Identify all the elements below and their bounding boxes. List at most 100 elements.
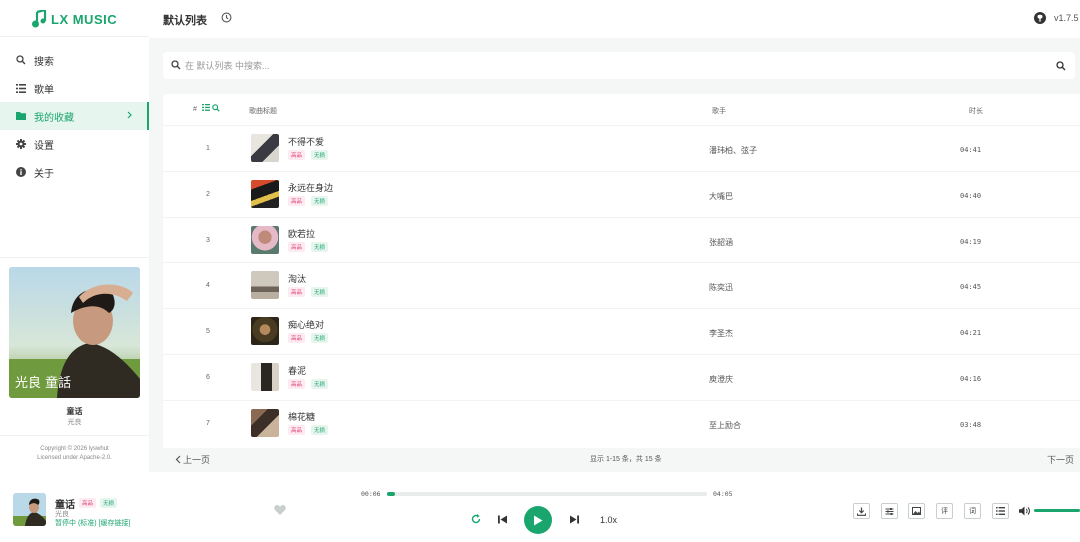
search-button[interactable]: [1054, 56, 1068, 76]
download-button[interactable]: [853, 503, 870, 519]
table-body: 1 不得不爱 高品 无损 潘玮柏、弦子 04:41 2 永远在身边 高品 无损 …: [163, 125, 1080, 446]
divider: [0, 257, 149, 258]
song-duration: 04:41: [960, 146, 982, 154]
song-thumbnail: [251, 225, 279, 254]
info-icon: [16, 167, 26, 177]
copyright-text: Copyright © 2026 lyswhut Licensed under …: [0, 445, 149, 463]
row-number: 1: [206, 145, 210, 152]
song-thumbnail: [251, 362, 279, 391]
heart-icon[interactable]: [274, 505, 286, 515]
github-icon[interactable]: [1034, 12, 1046, 24]
table-row[interactable]: 2 永远在身边 高品 无损 大嘴巴 04:40: [163, 170, 1080, 217]
table-row[interactable]: 3 欧若拉 高品 无损 张韶涵 04:19: [163, 216, 1080, 263]
app-logo-text: LX MUSIC: [51, 11, 118, 27]
list-tools: [202, 104, 220, 112]
prev-page-label: 上一页: [183, 455, 211, 465]
app-logo: LX MUSIC: [31, 8, 117, 30]
playback-speed[interactable]: 1.0x: [600, 515, 617, 525]
song-title: 不得不爱: [288, 137, 325, 147]
next-page-button[interactable]: 下一页: [1047, 453, 1074, 466]
song-duration: 04:21: [960, 329, 982, 338]
table-row[interactable]: 5 痴心绝对 高品 无损 李圣杰 04:21: [163, 308, 1080, 354]
song-artist: 陈奕迅: [709, 283, 733, 293]
sidebar-item-settings[interactable]: 设置: [0, 130, 149, 158]
sidebar-item-label: 设置: [34, 140, 54, 152]
folder-icon: [16, 111, 26, 121]
repeat-icon: [471, 514, 481, 524]
sidebar-item-playlists[interactable]: 歌单: [0, 74, 149, 102]
song-thumbnail: [251, 179, 279, 208]
license-line: Licensed under Apache-2.0.: [37, 455, 112, 461]
song-table: # 歌曲标题 歌手 时长 1 不得不爱 高品 无损 潘玮柏、弦子 04:41 2: [163, 94, 1080, 471]
song-duration: 04:19: [960, 237, 982, 246]
pagination: 上一页 显示 1-15 条，共 15 条 下一页: [163, 448, 1080, 471]
search-bar: [163, 52, 1075, 79]
song-title: 永远在身边: [288, 182, 334, 193]
song-duration: 04:16: [960, 374, 982, 383]
search-icon[interactable]: [212, 104, 220, 112]
song-title: 棉花糖: [288, 411, 316, 422]
source-badge: 无损: [311, 241, 329, 252]
table-row[interactable]: 1 不得不爱 高品 无损 潘玮柏、弦子 04:41: [163, 125, 1080, 171]
song-artist: 张韶涵: [709, 237, 733, 247]
table-row[interactable]: 7 棉花糖 高品 无损 至上励合 03:48: [163, 399, 1080, 446]
play-button[interactable]: [524, 506, 552, 534]
comment-button[interactable]: 评: [936, 503, 953, 519]
volume-slider[interactable]: [1034, 509, 1080, 512]
now-playing-artist: 光良: [67, 419, 82, 426]
sidebar-item-about[interactable]: 关于: [0, 158, 149, 186]
copyright-line: Copyright © 2026 lyswhut: [40, 446, 109, 452]
row-number: 5: [206, 328, 210, 336]
music-note-icon: [32, 10, 47, 28]
player-bar: 童话 高品 无损 光良 暂停中 (标准) [缓存链接] 00:06 04:05 …: [0, 472, 1080, 542]
song-artist: 李圣杰: [709, 329, 733, 339]
song-duration: 04:40: [960, 191, 982, 200]
progress-fill: [387, 492, 395, 496]
quality-badge: 高品: [288, 287, 306, 298]
next-button[interactable]: [568, 513, 580, 525]
song-artist: 庾澄庆: [709, 374, 733, 384]
equalizer-icon: [885, 507, 894, 515]
source-badge: 无损: [100, 498, 118, 508]
clock-icon[interactable]: [221, 12, 232, 23]
search-input[interactable]: [185, 52, 1025, 79]
previous-button[interactable]: [496, 513, 508, 525]
list-icon: [16, 83, 26, 93]
source-badge: 无损: [311, 378, 329, 389]
row-number: 4: [206, 282, 210, 290]
song-artist: 潘玮柏、弦子: [709, 146, 757, 155]
quality-badge: 高品: [288, 424, 306, 435]
progress-bar[interactable]: [387, 492, 707, 496]
volume-icon[interactable]: [1019, 506, 1031, 516]
gear-icon: [16, 139, 26, 149]
sidebar-item-search[interactable]: 搜索: [0, 46, 149, 74]
skip-back-icon: [497, 515, 507, 523]
sidebar-item-label: 歌单: [34, 84, 54, 96]
album-cover[interactable]: 光良 童話: [9, 267, 140, 398]
table-row[interactable]: 6 春泥 高品 无损 庾澄庆 04:16: [163, 353, 1080, 400]
song-title: 痴心绝对: [288, 320, 325, 331]
equalizer-button[interactable]: [881, 503, 898, 519]
sidebar-item-favorites[interactable]: 我的收藏: [0, 102, 149, 130]
image-button[interactable]: [908, 503, 925, 519]
skip-forward-icon: [569, 515, 579, 523]
sidebar-item-label: 搜索: [34, 56, 54, 68]
sidebar: LX MUSIC 搜索 歌单 我的收藏 设置 关于 光良 童話 童话 光良 Co…: [0, 0, 149, 542]
player-cover[interactable]: [13, 493, 46, 526]
lyrics-button[interactable]: 词: [964, 503, 981, 519]
quality-badge: 高品: [79, 498, 97, 508]
quality-badge: 高品: [288, 241, 306, 252]
sort-icon[interactable]: [202, 104, 210, 111]
source-badge: 无损: [311, 287, 329, 298]
prev-page-button[interactable]: 上一页: [175, 453, 210, 466]
playlist-button[interactable]: [992, 503, 1009, 519]
table-row[interactable]: 4 淘汰 高品 无损 陈奕迅 04:45: [163, 262, 1080, 308]
source-badge: 无损: [311, 424, 329, 435]
song-artist: 大嘴巴: [709, 191, 733, 201]
image-icon: [912, 507, 921, 515]
repeat-button[interactable]: [470, 513, 482, 525]
song-thumbnail: [251, 408, 279, 437]
page-title: 默认列表: [163, 15, 207, 27]
row-number: 7: [206, 419, 210, 427]
quality-badge: 高品: [288, 195, 306, 206]
